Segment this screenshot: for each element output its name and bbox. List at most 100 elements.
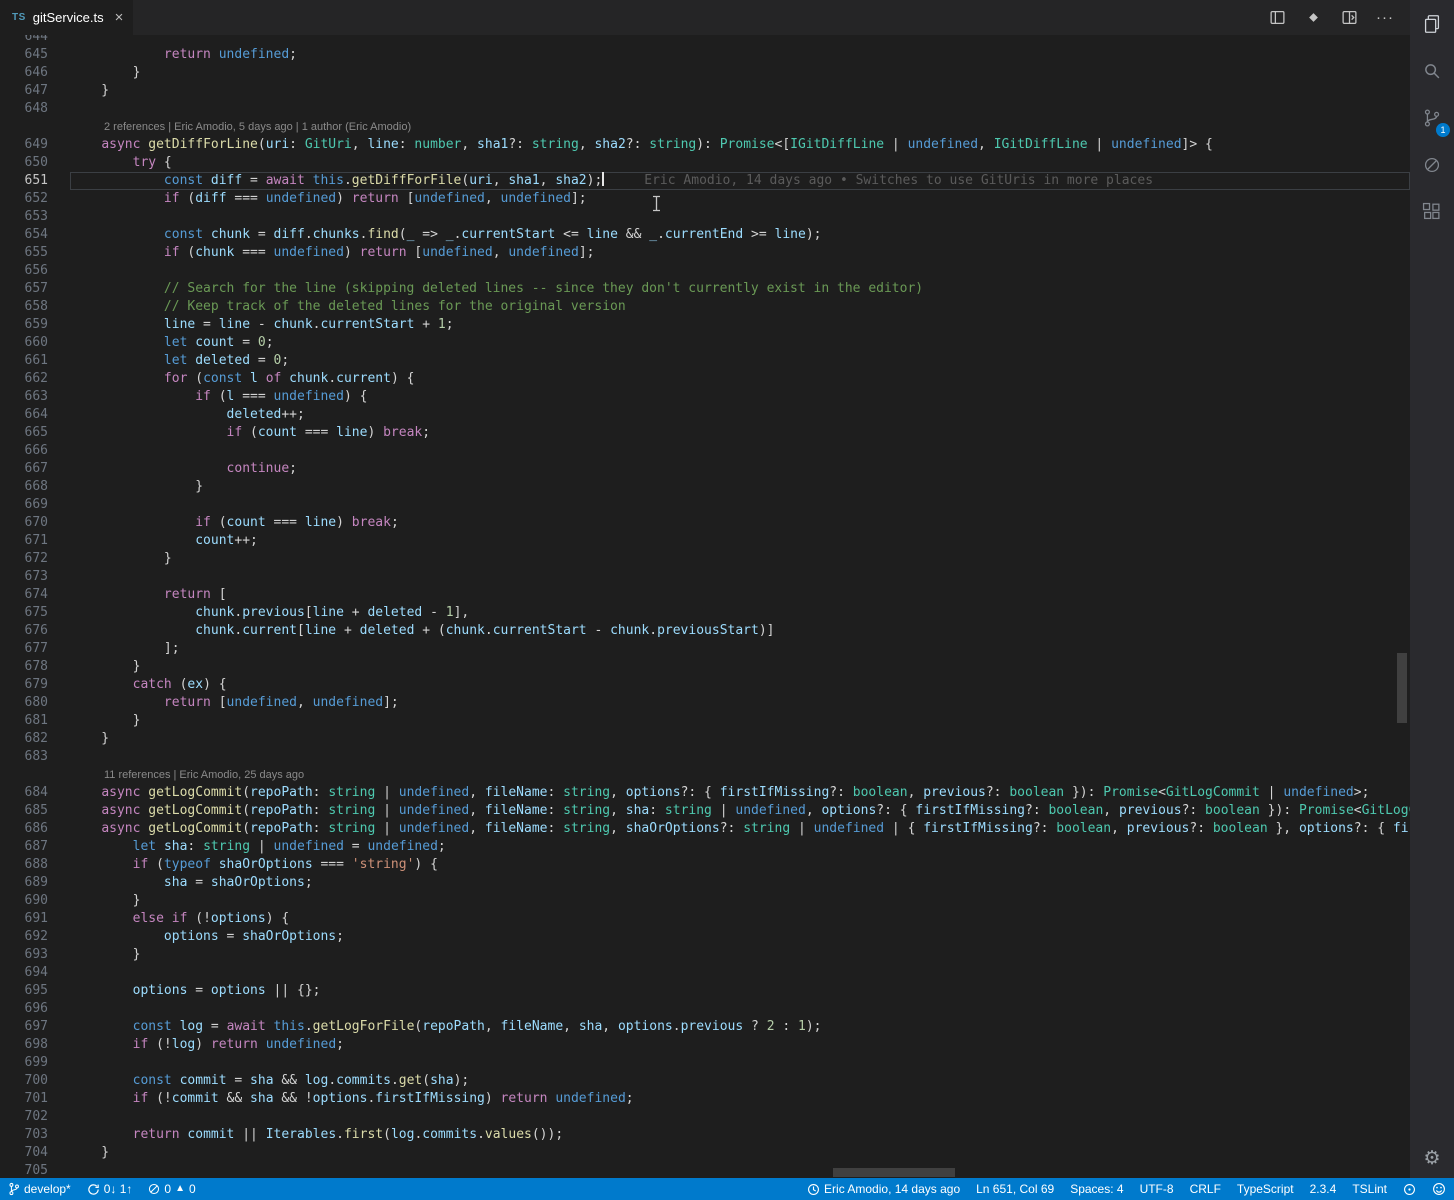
code-line[interactable]: 697 const log = await this.getLogForFile…: [0, 1018, 1410, 1036]
line-number[interactable]: 672: [0, 550, 70, 568]
more-actions-icon[interactable]: ···: [1370, 5, 1400, 31]
codelens-link[interactable]: 2 references | Eric Amodio, 5 days ago |…: [104, 118, 411, 136]
code-line[interactable]: 663 if (l === undefined) {: [0, 388, 1410, 406]
tslint-status[interactable]: TSLint: [1344, 1178, 1395, 1200]
code-line[interactable]: 700 const commit = sha && log.commits.ge…: [0, 1072, 1410, 1090]
code-line[interactable]: 677 ];: [0, 640, 1410, 658]
code-line[interactable]: 653: [0, 208, 1410, 226]
code-line[interactable]: 680 return [undefined, undefined];: [0, 694, 1410, 712]
code-line[interactable]: 681 }: [0, 712, 1410, 730]
code-line[interactable]: 658 // Keep track of the deleted lines f…: [0, 298, 1410, 316]
encoding-setting[interactable]: UTF-8: [1132, 1178, 1182, 1200]
code-editor[interactable]: 644 645 return undefined; 646 } 647 } 648 2 r…: [0, 35, 1410, 1178]
line-number[interactable]: 655: [0, 244, 70, 262]
code-line[interactable]: 659 line = line - chunk.currentStart + 1…: [0, 316, 1410, 334]
code-line[interactable]: 652 if (diff === undefined) return [unde…: [0, 190, 1410, 208]
line-number[interactable]: 702: [0, 1108, 70, 1126]
code-line[interactable]: 675 chunk.previous[line + deleted - 1],: [0, 604, 1410, 622]
code-line[interactable]: 644: [0, 35, 1410, 46]
tab-close-icon[interactable]: ×: [115, 9, 124, 26]
code-line[interactable]: 654 const chunk = diff.chunks.find(_ => …: [0, 226, 1410, 244]
line-number[interactable]: 697: [0, 1018, 70, 1036]
line-number[interactable]: 704: [0, 1144, 70, 1162]
line-number[interactable]: 692: [0, 928, 70, 946]
code-line[interactable]: 657 // Search for the line (skipping del…: [0, 280, 1410, 298]
code-line[interactable]: 682 }: [0, 730, 1410, 748]
code-line[interactable]: 692 options = shaOrOptions;: [0, 928, 1410, 946]
code-line[interactable]: 655 if (chunk === undefined) return [und…: [0, 244, 1410, 262]
sync-status[interactable]: 0↓ 1↑: [79, 1178, 141, 1200]
line-number[interactable]: 662: [0, 370, 70, 388]
code-line[interactable]: 696: [0, 1000, 1410, 1018]
code-line[interactable]: 656: [0, 262, 1410, 280]
line-number[interactable]: 695: [0, 982, 70, 1000]
line-number[interactable]: 649: [0, 136, 70, 154]
settings-gear-icon[interactable]: ⚙: [1423, 1147, 1440, 1170]
cursor-position[interactable]: Ln 651, Col 69: [968, 1178, 1062, 1200]
code-line[interactable]: 665 if (count === line) break;: [0, 424, 1410, 442]
line-number[interactable]: 657: [0, 280, 70, 298]
typescript-version[interactable]: 2.3.4: [1302, 1178, 1345, 1200]
codelens-link[interactable]: 11 references | Eric Amodio, 25 days ago: [104, 766, 304, 784]
line-number[interactable]: 671: [0, 532, 70, 550]
line-number[interactable]: 699: [0, 1054, 70, 1072]
line-number[interactable]: 665: [0, 424, 70, 442]
code-line[interactable]: 701 if (!commit && sha && !options.first…: [0, 1090, 1410, 1108]
code-line[interactable]: 694: [0, 964, 1410, 982]
code-line[interactable]: 664 deleted++;: [0, 406, 1410, 424]
line-number[interactable]: 690: [0, 892, 70, 910]
line-number[interactable]: 674: [0, 586, 70, 604]
line-number[interactable]: 648: [0, 100, 70, 118]
code-line[interactable]: 695 options = options || {};: [0, 982, 1410, 1000]
code-line[interactable]: 688 if (typeof shaOrOptions === 'string'…: [0, 856, 1410, 874]
inline-blame-annotation[interactable]: Eric Amodio, 14 days ago • Switches to u…: [644, 173, 1153, 188]
problems-indicator[interactable]: 0 ▲ 0: [140, 1178, 203, 1200]
line-number[interactable]: 652: [0, 190, 70, 208]
line-number[interactable]: 646: [0, 64, 70, 82]
split-editor-icon[interactable]: [1334, 5, 1364, 31]
status-indicator-icon[interactable]: [1395, 1178, 1424, 1200]
code-line[interactable]: 646 }: [0, 64, 1410, 82]
line-number[interactable]: 693: [0, 946, 70, 964]
line-number[interactable]: 645: [0, 46, 70, 64]
code-line[interactable]: 660 let count = 0;: [0, 334, 1410, 352]
code-line[interactable]: 698 if (!log) return undefined;: [0, 1036, 1410, 1054]
line-number[interactable]: 653: [0, 208, 70, 226]
code-line[interactable]: 666: [0, 442, 1410, 460]
code-line[interactable]: 672 }: [0, 550, 1410, 568]
line-number[interactable]: 688: [0, 856, 70, 874]
line-number[interactable]: 689: [0, 874, 70, 892]
line-number[interactable]: 661: [0, 352, 70, 370]
code-line[interactable]: 661 let deleted = 0;: [0, 352, 1410, 370]
code-line[interactable]: 684 async getLogCommit(repoPath: string …: [0, 784, 1410, 802]
code-line[interactable]: 703 return commit || Iterables.first(log…: [0, 1126, 1410, 1144]
language-mode[interactable]: TypeScript: [1229, 1178, 1302, 1200]
code-line[interactable]: 673: [0, 568, 1410, 586]
code-line[interactable]: 705: [0, 1162, 1410, 1178]
git-branch-indicator[interactable]: develop*: [0, 1178, 79, 1200]
source-control-icon[interactable]: 1: [1410, 94, 1454, 141]
line-number[interactable]: 698: [0, 1036, 70, 1054]
line-number[interactable]: 700: [0, 1072, 70, 1090]
line-number[interactable]: 644: [0, 35, 70, 46]
code-line[interactable]: 704 }: [0, 1144, 1410, 1162]
line-number[interactable]: 650: [0, 154, 70, 172]
line-number[interactable]: 691: [0, 910, 70, 928]
code-line[interactable]: 671 count++;: [0, 532, 1410, 550]
line-number[interactable]: 660: [0, 334, 70, 352]
line-number[interactable]: 666: [0, 442, 70, 460]
code-line[interactable]: 686 async getLogCommit(repoPath: string …: [0, 820, 1410, 838]
code-line[interactable]: 699: [0, 1054, 1410, 1072]
eol-setting[interactable]: CRLF: [1182, 1178, 1229, 1200]
code-line[interactable]: 685 async getLogCommit(repoPath: string …: [0, 802, 1410, 820]
line-number[interactable]: 683: [0, 748, 70, 766]
line-number[interactable]: 670: [0, 514, 70, 532]
line-number[interactable]: 675: [0, 604, 70, 622]
line-number[interactable]: 664: [0, 406, 70, 424]
debug-icon[interactable]: [1410, 141, 1454, 188]
code-line[interactable]: 678 }: [0, 658, 1410, 676]
vertical-scrollbar[interactable]: [1397, 653, 1407, 723]
code-line[interactable]: 645 return undefined;: [0, 46, 1410, 64]
code-line[interactable]: 649 async getDiffForLine(uri: GitUri, li…: [0, 136, 1410, 154]
line-number[interactable]: 682: [0, 730, 70, 748]
